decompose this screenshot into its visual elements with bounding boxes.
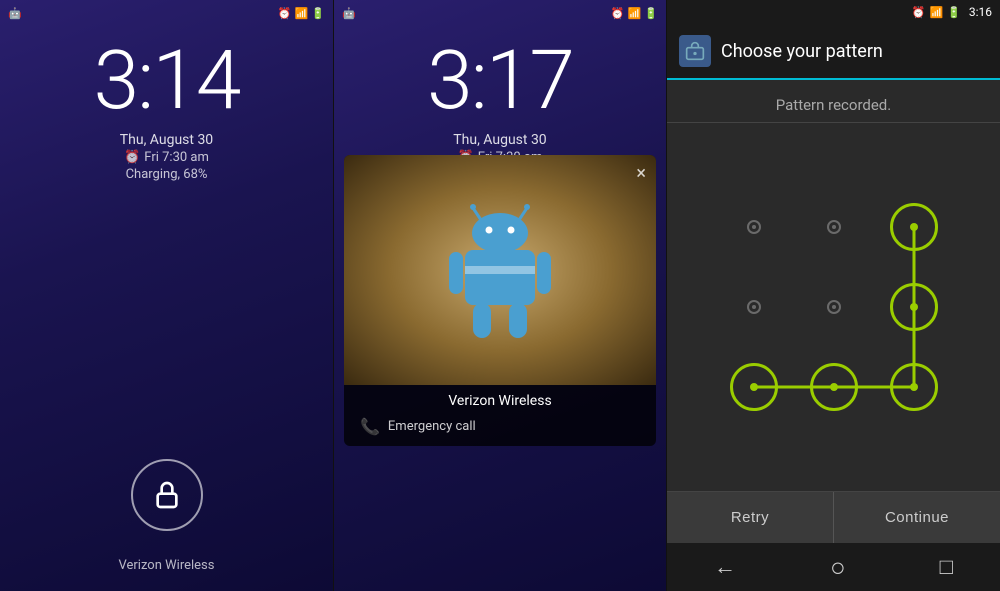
dot-outer-2-1 — [747, 300, 761, 314]
android-icon-p2: 🤖 — [342, 7, 356, 20]
pattern-action-buttons: Retry Continue — [667, 491, 1000, 543]
dot-3-1 — [714, 347, 794, 427]
dot-1-1 — [714, 187, 794, 267]
notification-action[interactable]: 📞 Emergency call — [344, 413, 656, 446]
status-right-p2: ⏰ 📶 🔋 — [611, 7, 658, 20]
signal-icon-p1: 📶 — [295, 7, 309, 20]
status-bar-p2: 🤖 ⏰ 📶 🔋 — [334, 0, 666, 24]
pattern-screen-panel: ⏰ 📶 🔋 3:16 Choose your pattern Pattern r… — [667, 0, 1000, 591]
time-display-p2: 3:17 — [427, 40, 573, 122]
date-text-p2: Thu, August 30 — [453, 132, 546, 148]
recents-button[interactable]: □ — [940, 554, 953, 580]
alarm-status-icon-p2: ⏰ — [611, 7, 625, 20]
dot-inner-3-1 — [750, 383, 758, 391]
status-bar-p1: 🤖 ⏰ 📶 🔋 — [0, 0, 333, 24]
status-right-p1: ⏰ 📶 🔋 — [278, 7, 325, 20]
date-text-p1: Thu, August 30 — [120, 132, 213, 148]
lock-icon — [151, 479, 183, 511]
notification-screen-panel: 🤖 ⏰ 📶 🔋 3:17 Thu, August 30 ⏰ Fri 7:30 a… — [333, 0, 667, 591]
pattern-header-icon — [679, 35, 711, 67]
home-button[interactable]: ○ — [830, 552, 846, 583]
phone-icon: 📞 — [360, 417, 380, 436]
android-icon-p1: 🤖 — [8, 7, 22, 20]
dot-1-3 — [874, 187, 954, 267]
battery-icon-p1: 🔋 — [311, 7, 325, 20]
android-robot-image — [445, 198, 555, 343]
alarm-icon-p1: ⏰ — [124, 150, 140, 165]
alarm-time-p1: Fri 7:30 am — [144, 150, 209, 165]
dot-outer-3-1 — [730, 363, 778, 411]
pattern-grid — [714, 187, 954, 427]
dot-outer-1-2 — [827, 220, 841, 234]
alarm-status-icon-p3: ⏰ — [912, 6, 926, 19]
back-button[interactable]: ← — [714, 554, 736, 580]
battery-icon-p2: 🔋 — [644, 7, 658, 20]
security-icon — [685, 41, 705, 61]
dot-1-2 — [794, 187, 874, 267]
dot-inner-1-1 — [752, 225, 756, 229]
alarm-status-icon-p1: ⏰ — [278, 7, 292, 20]
dot-3-3 — [874, 347, 954, 427]
dot-inner-2-2 — [832, 305, 836, 309]
dot-inner-2-3 — [910, 303, 918, 311]
pattern-header: Choose your pattern — [667, 24, 1000, 80]
status-left-p1: 🤖 — [8, 7, 22, 20]
notification-card: × Verizon Wireless 📞 Emergency call — [344, 155, 656, 446]
retry-button[interactable]: Retry — [667, 492, 834, 543]
dot-3-2 — [794, 347, 874, 427]
pattern-area — [667, 123, 1000, 491]
navigation-bar: ← ○ □ — [667, 543, 1000, 591]
carrier-text-p1: Verizon Wireless — [119, 558, 215, 573]
dot-2-3 — [874, 267, 954, 347]
battery-icon-p3: 🔋 — [947, 6, 961, 19]
dot-inner-1-3 — [910, 223, 918, 231]
dot-inner-2-1 — [752, 305, 756, 309]
dot-outer-1-3 — [890, 203, 938, 251]
notification-image: × — [344, 155, 656, 385]
dot-outer-3-2 — [810, 363, 858, 411]
dot-outer-1-1 — [747, 220, 761, 234]
status-time-p3: 3:16 — [969, 5, 992, 19]
continue-button[interactable]: Continue — [834, 492, 1000, 543]
dot-inner-3-3 — [910, 383, 918, 391]
lock-screen-panel: 🤖 ⏰ 📶 🔋 3:14 Thu, August 30 ⏰ Fri 7:30 a… — [0, 0, 333, 591]
dot-outer-3-3 — [890, 363, 938, 411]
notification-close-button[interactable]: × — [636, 163, 646, 184]
lock-button[interactable] — [131, 459, 203, 531]
dot-inner-1-2 — [832, 225, 836, 229]
charging-text-p1: Charging, 68% — [126, 167, 208, 182]
pattern-header-title: Choose your pattern — [721, 41, 883, 62]
dot-outer-2-3 — [890, 283, 938, 331]
notification-action-text: Emergency call — [388, 419, 476, 434]
date-row-p2: Thu, August 30 — [453, 132, 546, 148]
pattern-recorded-text: Pattern recorded. — [667, 80, 1000, 122]
status-bar-p3: ⏰ 📶 🔋 3:16 — [667, 0, 1000, 24]
time-display-p1: 3:14 — [94, 40, 240, 122]
charging-row-p1: Charging, 68% — [126, 167, 208, 182]
alarm-row-p1: ⏰ Fri 7:30 am — [124, 150, 209, 165]
signal-icon-p2: 📶 — [628, 7, 642, 20]
dot-outer-2-2 — [827, 300, 841, 314]
dot-2-2 — [794, 267, 874, 347]
signal-icon-p3: 📶 — [929, 6, 943, 19]
dot-2-1 — [714, 267, 794, 347]
date-row-p1: Thu, August 30 — [120, 132, 213, 148]
status-left-p2: 🤖 — [342, 7, 356, 20]
dot-inner-3-2 — [830, 383, 838, 391]
notification-title: Verizon Wireless — [344, 385, 656, 413]
